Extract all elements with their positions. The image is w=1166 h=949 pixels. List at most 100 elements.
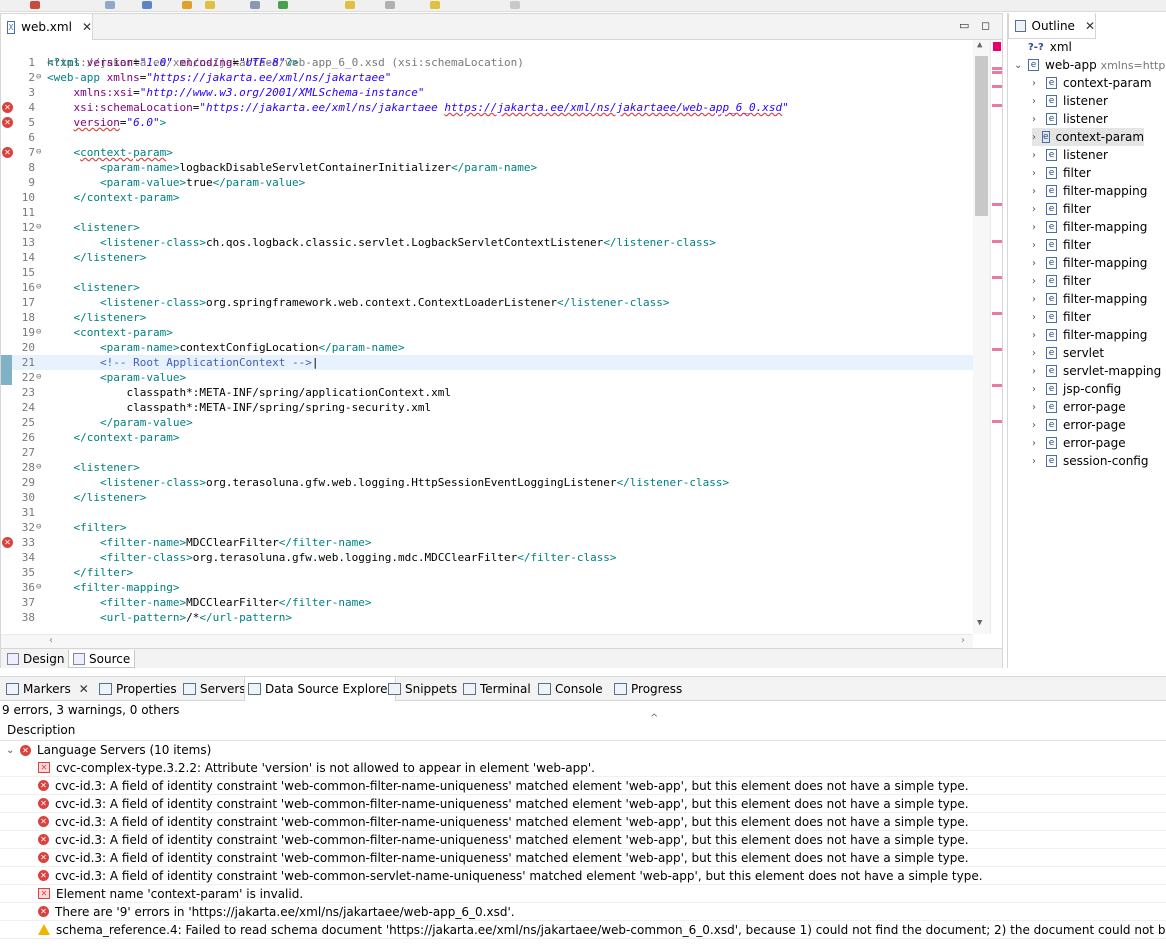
ruler-marker[interactable] (992, 85, 1002, 88)
ruler-marker[interactable] (992, 67, 1002, 70)
outline-item-error-page[interactable]: › e error-page (1032, 398, 1126, 416)
code-line[interactable]: ✕ 5 version="6.0"> (1, 115, 973, 130)
code-line[interactable]: 35 </filter> (1, 565, 973, 580)
code-line[interactable]: 16 ⊖ <listener> (1, 280, 973, 295)
fold-icon[interactable]: ⊖ (36, 580, 41, 595)
outline-item-filter-mapping[interactable]: › e filter-mapping (1032, 218, 1147, 236)
outline-item-servlet-mapping[interactable]: › e servlet-mapping (1032, 362, 1161, 380)
code-line[interactable]: 8 <param-name>logbackDisableServletConta… (1, 160, 973, 175)
tab-console[interactable]: Console (535, 677, 606, 701)
code-line[interactable]: 18 </listener> (1, 310, 973, 325)
marker-row[interactable]: ✕ Element name 'context-param' is invalid… (0, 885, 1166, 903)
ruler-marker[interactable] (992, 104, 1002, 107)
chevron-right-icon[interactable]: › (1032, 204, 1040, 215)
code-line[interactable]: 37 <filter-name>MDCClearFilter</filter-n… (1, 595, 973, 610)
code-line[interactable]: 12 ⊖ <listener> (1, 220, 973, 235)
outline-item-filter[interactable]: › e filter (1032, 308, 1091, 326)
chevron-right-icon[interactable]: › (1032, 312, 1040, 323)
marker-row[interactable]: ✕ cvc-id.3: A field of identity constrain… (0, 795, 1166, 813)
code-line[interactable]: 19 ⊖ <context-param> (1, 325, 973, 340)
fold-icon[interactable]: ⊖ (36, 280, 41, 295)
tab-terminal[interactable]: Terminal (460, 677, 534, 701)
code-line[interactable]: 1 <?xml version="1.0" encoding="UTF-8"?> (1, 55, 973, 70)
chevron-right-icon[interactable]: › (1032, 96, 1040, 107)
code-area[interactable]: https://jakarta.ee/xml/ns/jakartaee/web-… (1, 40, 1002, 634)
error-icon[interactable]: ✕ (2, 102, 13, 113)
chevron-right-icon[interactable]: › (1032, 240, 1040, 251)
horizontal-scrollbar[interactable]: ‹ › (1, 634, 973, 648)
debug-icon[interactable] (30, 1, 40, 9)
code-line[interactable]: 25 </param-value> (1, 415, 973, 430)
outline-item-context-param[interactable]: › e context-param (1032, 74, 1152, 92)
scroll-right-icon[interactable]: › (961, 635, 965, 646)
code-line[interactable]: 22 ⊖ <param-value> (1, 370, 973, 385)
minimize-icon[interactable]: ▭ (959, 19, 969, 32)
tab-snippets[interactable]: Snippets (385, 677, 460, 701)
chevron-right-icon[interactable]: › (1032, 384, 1040, 395)
code-line[interactable]: 28 ⊖ <listener> (1, 460, 973, 475)
code-line[interactable]: ✕ 4 xsi:schemaLocation="https://jakarta.e… (1, 100, 973, 115)
tab-progress[interactable]: Progress (611, 677, 685, 701)
outline-item-filter-mapping[interactable]: › e filter-mapping (1032, 254, 1147, 272)
scroll-up-icon[interactable]: ▲ (977, 40, 982, 50)
code-line[interactable]: 36 ⊖ <filter-mapping> (1, 580, 973, 595)
chevron-right-icon[interactable]: › (1032, 438, 1040, 449)
marker-group[interactable]: ⌄ ✕ Language Servers (10 items) (0, 741, 1166, 759)
fold-icon[interactable]: ⊖ (36, 220, 41, 235)
chevron-right-icon[interactable]: › (1032, 330, 1040, 341)
fold-icon[interactable]: ⊖ (36, 325, 41, 340)
tool-icon[interactable] (205, 1, 215, 9)
outline-item-session-config[interactable]: › e session-config (1032, 452, 1148, 470)
outline-item-listener[interactable]: › e listener (1032, 146, 1108, 164)
fold-icon[interactable]: ⊖ (36, 70, 41, 85)
marker-row[interactable]: ✕ cvc-id.3: A field of identity constrain… (0, 777, 1166, 795)
error-icon[interactable]: ✕ (2, 147, 13, 158)
scroll-left-icon[interactable]: ‹ (49, 635, 53, 646)
close-icon[interactable]: ✕ (82, 20, 92, 34)
marker-row[interactable]: schema_reference.4: Failed to read schem… (0, 921, 1166, 939)
chevron-right-icon[interactable]: › (1032, 276, 1040, 287)
code-line[interactable]: 10 </context-param> (1, 190, 973, 205)
ruler-marker[interactable] (992, 420, 1002, 423)
tab-data-source-explorer[interactable]: Data Source Explorer (244, 677, 397, 701)
chevron-right-icon[interactable]: › (1032, 366, 1040, 377)
tool-icon[interactable] (250, 1, 260, 9)
tab-servers[interactable]: Servers (180, 677, 249, 701)
ruler-marker[interactable] (992, 240, 1002, 243)
back-icon[interactable] (385, 1, 395, 9)
chevron-right-icon[interactable]: › (1032, 348, 1040, 359)
outline-item-filter-mapping[interactable]: › e filter-mapping (1032, 182, 1147, 200)
chevron-down-icon[interactable]: ⌄ (6, 745, 14, 756)
code-line[interactable]: 38 <url-pattern>/*</url-pattern> (1, 610, 973, 625)
code-line[interactable]: 14 </listener> (1, 250, 973, 265)
tab-markers[interactable]: Markers ✕ (3, 677, 92, 701)
code-line[interactable]: 30 </listener> (1, 490, 973, 505)
code-line[interactable]: 20 <param-name>contextConfigLocation</pa… (1, 340, 973, 355)
code-line[interactable]: 23 classpath*:META-INF/spring/applicatio… (1, 385, 973, 400)
code-line[interactable]: 24 classpath*:META-INF/spring/spring-sec… (1, 400, 973, 415)
code-line[interactable]: 34 <filter-class>org.terasoluna.gfw.web.… (1, 550, 973, 565)
chevron-right-icon[interactable]: › (1032, 186, 1040, 197)
run-icon[interactable] (278, 1, 288, 9)
ruler-marker[interactable] (992, 348, 1002, 351)
error-icon[interactable]: ✕ (2, 117, 13, 128)
close-icon[interactable]: ✕ (79, 682, 89, 696)
tab-properties[interactable]: Properties (96, 677, 180, 701)
overview-ruler[interactable] (990, 40, 1002, 634)
outline-item-filter[interactable]: › e filter (1032, 272, 1091, 290)
tab-design[interactable]: Design (3, 650, 68, 668)
editor-tab-web-xml[interactable]: X web.xml ✕ (1, 14, 93, 40)
code-line[interactable]: 27 (1, 445, 973, 460)
ruler-marker[interactable] (992, 276, 1002, 279)
code-line[interactable]: 11 (1, 205, 973, 220)
ruler-marker[interactable] (992, 203, 1002, 206)
code-line[interactable]: 2 ⊖ <web-app xmlns="https://jakarta.ee/xml… (1, 70, 973, 85)
chevron-right-icon[interactable]: › (1032, 168, 1040, 179)
outline-item-error-page[interactable]: › e error-page (1032, 416, 1126, 434)
outline-item-error-page[interactable]: › e error-page (1032, 434, 1126, 452)
fold-icon[interactable]: ⊖ (36, 145, 41, 160)
chevron-right-icon[interactable]: › (1032, 78, 1040, 89)
code-line[interactable]: 9 <param-value>true</param-value> (1, 175, 973, 190)
outline-item-jsp-config[interactable]: › e jsp-config (1032, 380, 1121, 398)
marker-row[interactable]: ✕ There are '9' errors in 'https://jakart… (0, 903, 1166, 921)
